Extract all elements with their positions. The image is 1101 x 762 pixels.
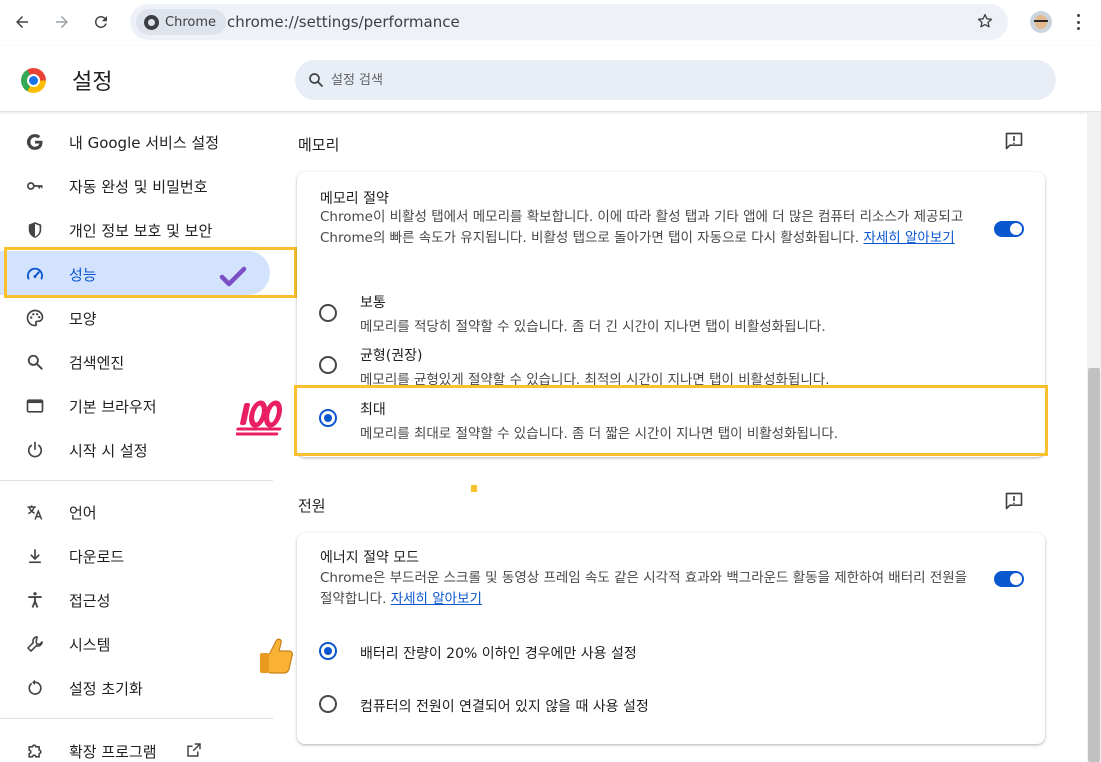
forward-arrow-icon (56, 16, 68, 28)
maximum-option-highlight-box (294, 385, 1048, 456)
back-arrow-icon (16, 16, 28, 28)
energy-option-title: 배터리 잔량이 20% 이하인 경우에만 사용 설정 (360, 646, 637, 662)
memory-learn-more-link[interactable]: 자세히 알아보기 (863, 230, 954, 246)
energy-saver-title: 에너지 절약 모드 (320, 550, 420, 566)
address-bar[interactable]: Chrome chrome://settings/performance (130, 4, 1008, 40)
sidebar-item-default-browser[interactable]: 기본 브라우저 (0, 383, 272, 427)
page-scrollbar[interactable] (1087, 113, 1101, 762)
memory-option-radio[interactable] (319, 304, 337, 322)
forward-button[interactable] (49, 9, 75, 35)
shield-icon (24, 219, 46, 241)
settings-search[interactable] (295, 60, 1056, 100)
extension-icon (24, 740, 46, 762)
sidebar-divider (0, 718, 273, 719)
hundred-points-icon (236, 400, 283, 436)
search-input[interactable] (331, 60, 1031, 100)
memory-saver-toggle[interactable] (994, 221, 1024, 237)
thumbs-up-icon (260, 638, 293, 674)
reload-button[interactable] (88, 9, 114, 35)
back-button[interactable] (9, 9, 35, 35)
more-menu-icon[interactable] (1070, 12, 1086, 32)
site-chip-label: Chrome (165, 14, 216, 30)
accessibility-icon (24, 589, 46, 611)
check-mark-icon (219, 266, 247, 287)
translate-icon (24, 501, 46, 523)
sidebar-item-label: 시스템 (69, 636, 111, 654)
scrollbar-thumb[interactable] (1088, 368, 1100, 762)
key-icon (24, 175, 46, 197)
sidebar-item-languages[interactable]: 언어 (0, 489, 272, 533)
energy-option-title: 컴퓨터의 전원이 연결되어 있지 않을 때 사용 설정 (360, 699, 649, 715)
open-in-new-icon (185, 741, 203, 759)
sidebar-item-google-services[interactable]: 내 Google 서비스 설정 (0, 119, 272, 163)
sidebar-item-label: 접근성 (69, 592, 111, 610)
energy-saver-toggle[interactable] (994, 571, 1024, 587)
chrome-logo-icon (144, 14, 159, 30)
sidebar-item-system[interactable]: 시스템 (0, 621, 272, 665)
wrench-icon (24, 633, 46, 655)
page-title: 설정 (72, 70, 113, 95)
memory-saver-title: 메모리 절약 (320, 191, 389, 207)
url-text[interactable]: chrome://settings/performance (227, 13, 460, 31)
sidebar-item-label: 언어 (69, 504, 97, 522)
palette-icon (24, 307, 46, 329)
sidebar-item-on-startup[interactable]: 시작 시 설정 (0, 427, 272, 471)
sidebar-divider (0, 480, 273, 481)
feedback-icon[interactable] (1004, 491, 1024, 511)
sidebar-item-label: 내 Google 서비스 설정 (69, 134, 220, 152)
site-chip[interactable]: Chrome (136, 9, 226, 35)
energy-option-radio[interactable] (319, 695, 337, 713)
sidebar-item-label: 개인 정보 보호 및 보안 (69, 222, 213, 240)
browser-toolbar: Chrome chrome://settings/performance (0, 0, 1101, 46)
sidebar-item-search-engine[interactable]: 검색엔진 (0, 339, 272, 383)
browser-window-icon (24, 395, 46, 417)
bookmark-star-icon[interactable] (976, 12, 994, 30)
profile-avatar[interactable] (1030, 11, 1052, 33)
sidebar-item-label: 기본 브라우저 (69, 398, 157, 416)
memory-option-title: 균형(권장) (360, 348, 423, 364)
avatar-glasses (1034, 20, 1048, 24)
settings-header: 설정 (0, 46, 1101, 112)
search-icon (24, 351, 46, 373)
chrome-logo-icon (21, 68, 46, 93)
memory-option-description: 메모리를 적당히 절약할 수 있습니다. 좀 더 긴 시간이 지나면 탭이 비활… (360, 319, 826, 335)
sidebar-item-label: 확장 프로그램 (69, 743, 157, 761)
google-icon (24, 131, 46, 153)
reload-icon (94, 15, 107, 28)
sidebar-item-autofill[interactable]: 자동 완성 및 비밀번호 (0, 163, 272, 207)
sidebar-item-label: 모양 (69, 310, 97, 328)
sidebar-item-label: 자동 완성 및 비밀번호 (69, 178, 208, 196)
energy-option-radio-selected[interactable] (319, 642, 337, 660)
search-icon (309, 73, 323, 87)
download-icon (24, 545, 46, 567)
memory-option-title: 보통 (360, 295, 386, 311)
energy-saver-card: 에너지 절약 모드 Chrome은 부드러운 스크롤 및 동영상 프레임 속도 … (297, 533, 1045, 744)
energy-learn-more-link[interactable]: 자세히 알아보기 (391, 591, 482, 607)
power-section-title: 전원 (298, 497, 326, 515)
sidebar-item-label: 시작 시 설정 (69, 442, 148, 460)
highlight-marker (471, 485, 477, 492)
performance-highlight-box (4, 247, 297, 298)
sidebar-item-appearance[interactable]: 모양 (0, 295, 272, 339)
sidebar-item-accessibility[interactable]: 접근성 (0, 577, 272, 621)
sidebar-item-label: 다운로드 (69, 548, 125, 566)
energy-saver-description: Chrome은 부드러운 스크롤 및 동영상 프레임 속도 같은 시각적 효과와… (320, 568, 980, 610)
sidebar-item-privacy[interactable]: 개인 정보 보호 및 보안 (0, 207, 272, 251)
power-icon (24, 439, 46, 461)
memory-option-radio[interactable] (319, 356, 337, 374)
sidebar-item-label: 검색엔진 (69, 354, 125, 372)
memory-section-title: 메모리 (298, 136, 340, 154)
sidebar-item-reset[interactable]: 설정 초기화 (0, 665, 272, 709)
reset-icon (24, 677, 46, 699)
feedback-icon[interactable] (1004, 131, 1024, 151)
memory-saver-description: Chrome이 비활성 탭에서 메모리를 확보합니다. 이에 따라 활성 탭과 … (320, 207, 980, 249)
sidebar-item-label: 설정 초기화 (69, 680, 143, 698)
sidebar-item-extensions[interactable]: 확장 프로그램 (0, 728, 272, 762)
sidebar-item-downloads[interactable]: 다운로드 (0, 533, 272, 577)
